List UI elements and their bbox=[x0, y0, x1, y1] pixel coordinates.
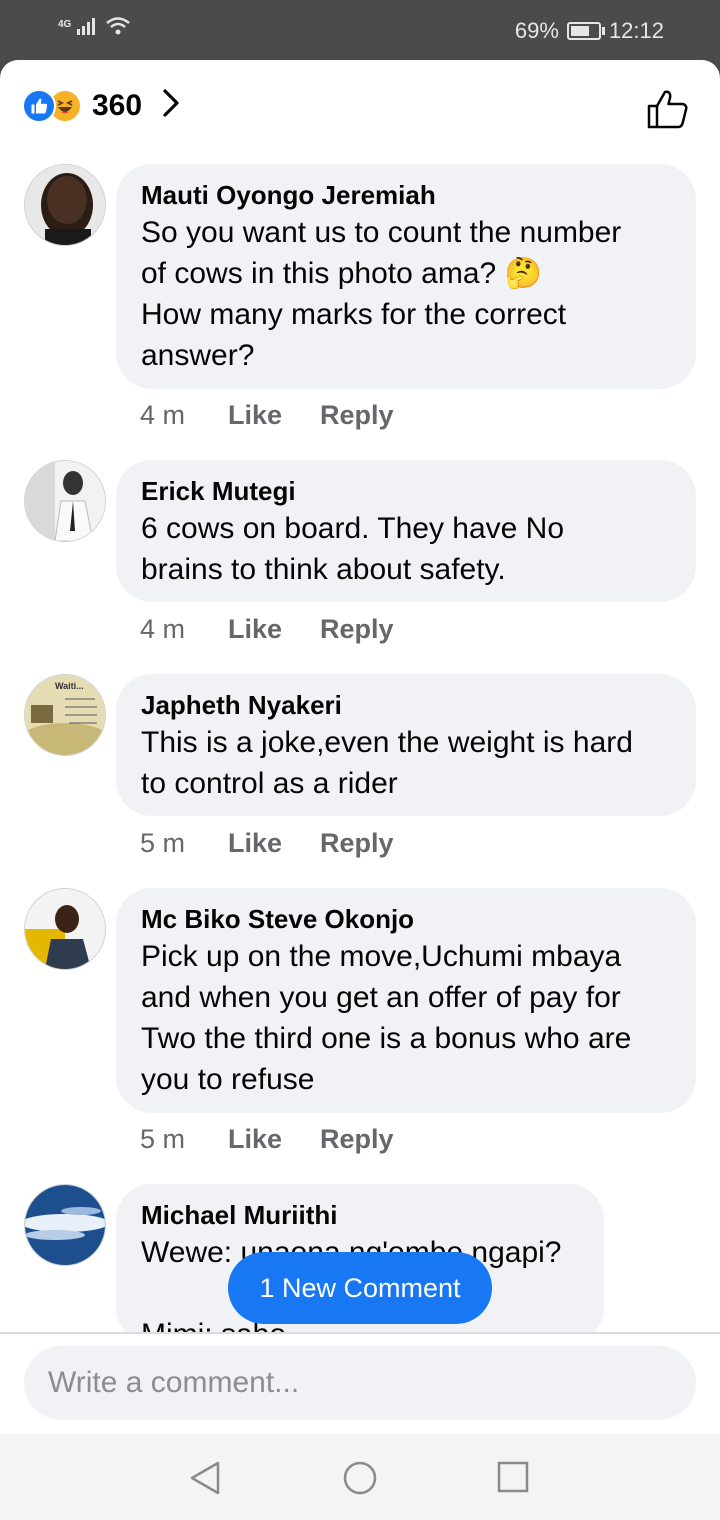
like-comment-button[interactable]: Like bbox=[228, 1124, 320, 1155]
like-comment-button[interactable]: Like bbox=[228, 828, 320, 859]
comment-time: 4 m bbox=[140, 400, 186, 430]
home-nav-button[interactable] bbox=[342, 1460, 378, 1501]
comment-bubble[interactable]: Mauti Oyongo Jeremiah So you want us to … bbox=[116, 164, 696, 389]
clock: 12:12 bbox=[608, 18, 664, 43]
comment-time: 4 m bbox=[140, 614, 186, 644]
comment-actions: 5 m Like Reply bbox=[140, 828, 394, 859]
back-nav-button[interactable] bbox=[188, 1460, 222, 1501]
avatar[interactable] bbox=[24, 460, 106, 542]
like-reaction-icon bbox=[22, 88, 56, 123]
home-circle-icon bbox=[343, 1461, 377, 1495]
signal-icon bbox=[77, 17, 99, 40]
comment-bubble[interactable]: Japheth Nyakeri This is a joke,even the … bbox=[116, 674, 696, 816]
comment-actions: 5 m Like Reply bbox=[140, 1124, 394, 1155]
reply-button[interactable]: Reply bbox=[320, 828, 394, 859]
reply-button[interactable]: Reply bbox=[320, 1124, 394, 1155]
recents-square-icon bbox=[497, 1461, 529, 1493]
comment-author[interactable]: Mc Biko Steve Okonjo bbox=[141, 902, 670, 936]
chevron-right-icon bbox=[162, 88, 180, 123]
comment-text: Pick up on the move,Uchumi mbaya and whe… bbox=[141, 940, 632, 1096]
comment-time: 5 m bbox=[140, 1124, 186, 1154]
comment-author[interactable]: Mauti Oyongo Jeremiah bbox=[141, 178, 670, 212]
new-comment-button[interactable]: 1 New Comment bbox=[228, 1252, 492, 1324]
reactions-summary[interactable]: 360 bbox=[22, 88, 180, 123]
status-bar: 4G 69% 12:12 bbox=[0, 0, 720, 60]
comment-text: 6 cows on board. They have No brains to … bbox=[141, 512, 565, 586]
thumbs-up-icon bbox=[647, 90, 688, 129]
like-post-button[interactable] bbox=[646, 86, 690, 135]
comment-actions: 4 m Like Reply bbox=[140, 400, 394, 431]
like-comment-button[interactable]: Like bbox=[228, 400, 320, 431]
reply-button[interactable]: Reply bbox=[320, 400, 394, 431]
comment-actions: 4 m Like Reply bbox=[140, 614, 394, 645]
comment-composer bbox=[0, 1332, 720, 1520]
comment-author[interactable]: Japheth Nyakeri bbox=[141, 688, 670, 722]
reply-button[interactable]: Reply bbox=[320, 614, 394, 645]
avatar[interactable] bbox=[24, 888, 106, 970]
battery-percent: 69% bbox=[514, 18, 559, 43]
avatar[interactable]: Waiti... bbox=[24, 674, 106, 756]
reaction-count: 360 bbox=[92, 88, 143, 122]
network-type: 4G bbox=[58, 19, 72, 30]
avatar[interactable] bbox=[24, 164, 106, 246]
system-nav-bar bbox=[0, 1434, 720, 1520]
comment-bubble[interactable]: Mc Biko Steve Okonjo Pick up on the move… bbox=[116, 888, 696, 1113]
comment-text: So you want us to count the number of co… bbox=[141, 216, 622, 372]
battery-icon bbox=[566, 22, 605, 40]
recents-nav-button[interactable] bbox=[496, 1460, 530, 1499]
like-comment-button[interactable]: Like bbox=[228, 614, 320, 645]
comment-input[interactable] bbox=[24, 1346, 696, 1420]
comment-text: This is a joke,even the weight is hard t… bbox=[141, 726, 633, 800]
comment-author[interactable]: Erick Mutegi bbox=[141, 474, 670, 508]
comment-time: 5 m bbox=[140, 828, 186, 858]
comment-bubble[interactable]: Erick Mutegi 6 cows on board. They have … bbox=[116, 460, 696, 602]
back-triangle-icon bbox=[190, 1461, 220, 1495]
wifi-icon bbox=[105, 16, 131, 41]
avatar[interactable] bbox=[24, 1184, 106, 1266]
avatar-text: Waiti... bbox=[55, 681, 84, 691]
comments-sheet: 360 Mauti Oyongo Jeremiah So you want us… bbox=[0, 60, 720, 1520]
comment-author[interactable]: Michael Muriithi bbox=[141, 1198, 578, 1232]
